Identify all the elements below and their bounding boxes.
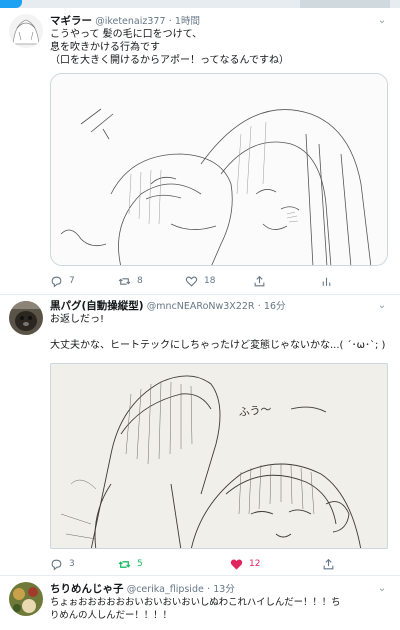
reply-button[interactable]: 7 xyxy=(50,274,75,288)
scroll-indicator xyxy=(0,0,22,8)
avatar[interactable] xyxy=(9,582,43,616)
tweet-text-line: お返しだっ! xyxy=(50,314,105,325)
retweet-button[interactable]: 5 xyxy=(118,557,143,571)
heart-icon xyxy=(230,559,243,570)
share-button[interactable] xyxy=(322,557,335,571)
retweet-button[interactable]: 8 xyxy=(118,274,143,288)
reply-button[interactable]: 3 xyxy=(50,557,75,571)
timestamp[interactable]: 16分 xyxy=(264,301,286,312)
top-scroll-edge xyxy=(0,0,400,8)
sketch-illustration xyxy=(51,74,387,265)
like-button[interactable]: 12 xyxy=(230,557,260,571)
reply-icon xyxy=(51,559,62,571)
display-name[interactable]: ちりめんじゃ子 xyxy=(50,583,124,595)
chevron-down-icon[interactable]: ⌄ xyxy=(376,300,388,312)
retweet-icon xyxy=(118,560,131,568)
sketch-illustration: ふう〜 xyxy=(51,364,387,548)
share-button[interactable] xyxy=(253,274,266,288)
analytics-icon xyxy=(322,277,331,286)
tweet-text-line: こうやって 髪の毛に口をつけて、 xyxy=(50,29,203,40)
tweet-actions: 7 8 18 xyxy=(50,274,340,288)
analytics-button[interactable] xyxy=(320,274,333,288)
avatar[interactable] xyxy=(9,14,43,48)
timestamp[interactable]: 1時間 xyxy=(175,16,200,27)
timestamp[interactable]: 13分 xyxy=(213,584,235,595)
separator-dot: · xyxy=(207,584,211,595)
display-name[interactable]: 黒パグ(自動操縦型) xyxy=(50,300,144,312)
tweet-image[interactable]: ふう〜 xyxy=(50,363,388,549)
tweet-text-line: ちょぉおおおおおおいおいおいおいしぬわこれハイしんだー！！！ち xyxy=(50,597,341,608)
share-icon xyxy=(323,558,334,569)
tweet-text-line: 息を吹きかける行為です xyxy=(50,42,160,53)
tweet-header: マギラー @iketenaiz377 · 1時間 xyxy=(50,14,200,29)
chevron-down-icon[interactable]: ⌄ xyxy=(376,583,388,595)
user-handle[interactable]: @mncNEARoNw3X22R xyxy=(147,301,255,312)
tweet-1[interactable]: マギラー @iketenaiz377 · 1時間 ⌄ こうやって 髪の毛に口をつ… xyxy=(0,8,400,295)
tweet-header: ちりめんじゃ子 @cerika_flipside · 13分 xyxy=(50,582,235,597)
tweet-actions: 3 5 12 xyxy=(50,557,340,571)
separator-dot: · xyxy=(257,301,261,312)
like-button[interactable]: 18 xyxy=(185,274,215,288)
tweet-image[interactable] xyxy=(50,73,388,266)
tweet-text-line: 大丈夫かな、ヒートテックにしちゃったけど変態じゃないかな...( ´･ω･`; … xyxy=(50,340,386,351)
tweet-text-line: りめんの人しんだー！！！！ xyxy=(50,610,172,621)
reply-count: 7 xyxy=(69,276,75,286)
retweet-count: 5 xyxy=(137,559,143,569)
tweet-text-line: （口を大きく開けるからアポー！ってなるんですね） xyxy=(50,55,289,66)
retweet-count: 8 xyxy=(137,276,143,286)
tweet-2[interactable]: 黒パグ(自動操縦型) @mncNEARoNw3X22R · 16分 ⌄ お返しだ… xyxy=(0,295,400,576)
reply-icon xyxy=(51,276,62,288)
display-name[interactable]: マギラー xyxy=(50,15,92,27)
like-count: 18 xyxy=(204,276,216,286)
user-handle[interactable]: @cerika_flipside xyxy=(127,584,204,595)
reply-count: 3 xyxy=(69,559,75,569)
header-edge xyxy=(300,0,390,8)
heart-icon xyxy=(185,276,198,287)
separator-dot: · xyxy=(168,16,172,27)
like-count: 12 xyxy=(249,559,261,569)
chevron-down-icon[interactable]: ⌄ xyxy=(376,15,388,27)
share-icon xyxy=(254,275,265,286)
retweet-icon xyxy=(118,277,131,285)
avatar[interactable] xyxy=(9,301,43,335)
tweet-header: 黒パグ(自動操縦型) @mncNEARoNw3X22R · 16分 xyxy=(50,299,286,314)
user-handle[interactable]: @iketenaiz377 xyxy=(95,16,165,27)
tweet-3[interactable]: ちりめんじゃ子 @cerika_flipside · 13分 ⌄ ちょぉおおおお… xyxy=(0,576,400,630)
